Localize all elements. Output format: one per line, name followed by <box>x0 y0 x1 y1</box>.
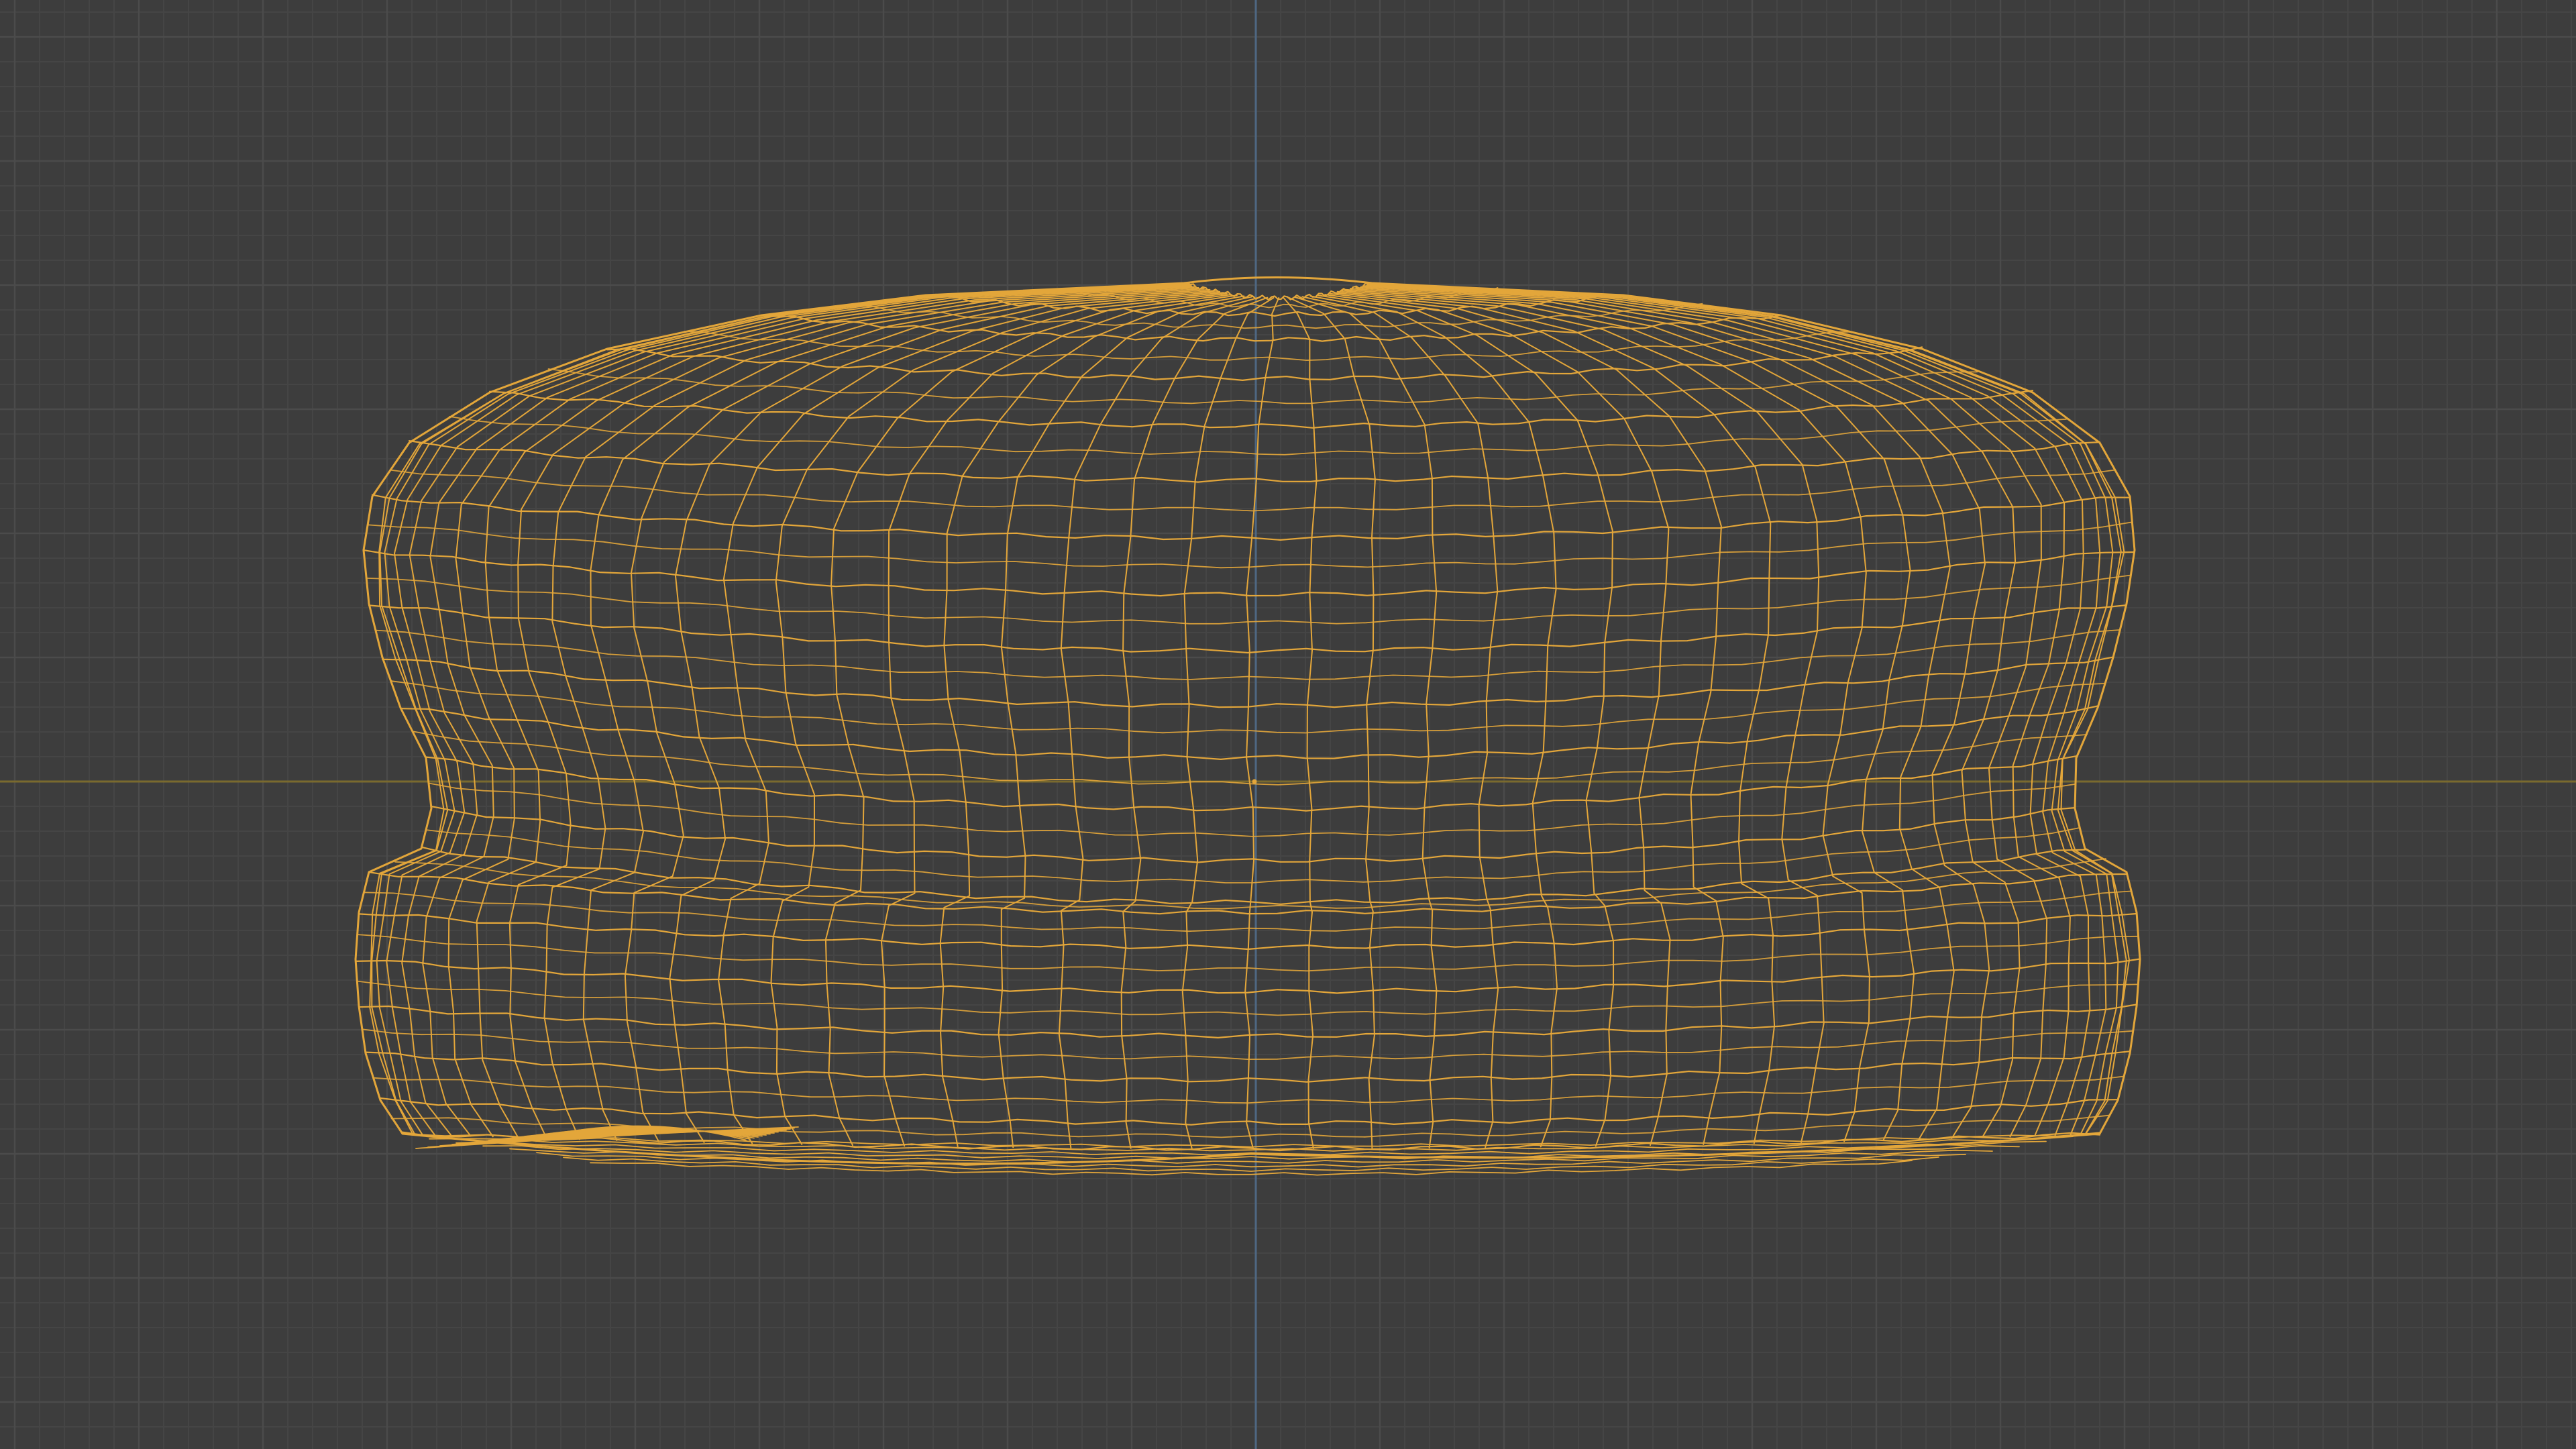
3d-viewport[interactable] <box>0 0 2576 1449</box>
viewport-canvas[interactable] <box>0 0 2576 1449</box>
object-origin-dot[interactable] <box>1252 779 1257 784</box>
